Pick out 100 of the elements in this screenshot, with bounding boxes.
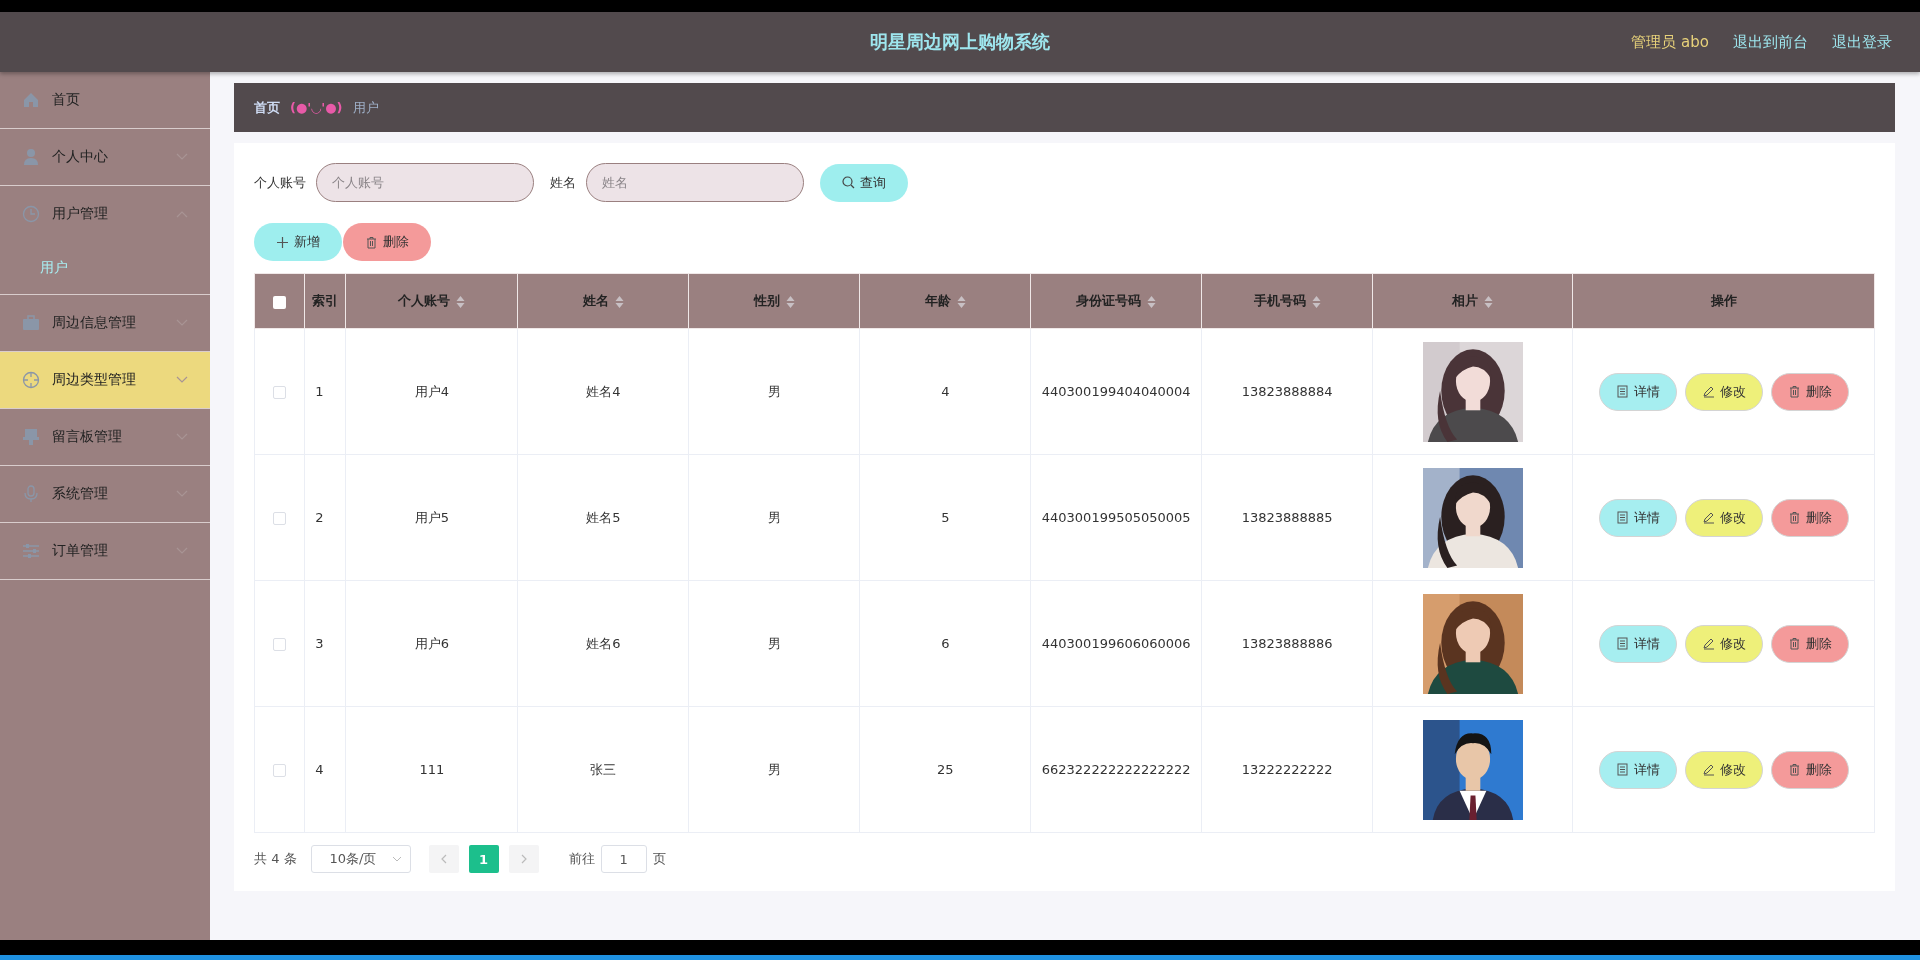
table-cell: 111: [346, 706, 518, 833]
table-cell: 姓名6: [517, 580, 689, 707]
pencil-icon: [1701, 385, 1715, 398]
app-title: 明星周边网上购物系统: [870, 31, 1050, 52]
detail-button[interactable]: 详情: [1598, 372, 1677, 411]
column-header: 相片: [1372, 273, 1573, 329]
next-page-button[interactable]: [508, 845, 539, 873]
table-cell: 4: [859, 328, 1031, 455]
microphone-icon: [22, 485, 40, 503]
column-header: 姓名: [517, 273, 689, 329]
header-link[interactable]: 退出到前台: [1733, 32, 1808, 52]
column-header: 性别: [688, 273, 860, 329]
table-cell: 男: [688, 328, 860, 455]
table-cell: 男: [688, 706, 860, 833]
search-field[interactable]: 个人账号: [316, 163, 534, 202]
delete-button[interactable]: 删除: [1770, 372, 1849, 411]
table-cell: 姓名5: [517, 454, 689, 581]
delete-button[interactable]: 删除: [1770, 498, 1849, 537]
menu-item[interactable]: 周边类型管理: [0, 352, 210, 409]
trash-icon: [1787, 637, 1801, 650]
table-cell: 男: [688, 580, 860, 707]
table-cell: 5: [859, 454, 1031, 581]
breadcrumb-home[interactable]: 首页: [254, 98, 280, 117]
edit-button[interactable]: 修改: [1684, 372, 1763, 411]
plus-icon: [276, 235, 289, 249]
table-cell: 1: [304, 328, 346, 455]
detail-button[interactable]: 详情: [1598, 750, 1677, 789]
detail-button[interactable]: 详情: [1598, 624, 1677, 663]
header-checkbox[interactable]: [273, 295, 287, 309]
search-button[interactable]: 查询: [820, 163, 908, 202]
column-header: 手机号码: [1201, 273, 1373, 329]
column-header: 个人账号: [346, 273, 518, 329]
add-button[interactable]: 新增: [254, 223, 342, 261]
table-cell: 440300199404040004: [1030, 328, 1202, 455]
header-link[interactable]: 退出登录: [1832, 32, 1892, 52]
detail-icon: [1615, 385, 1629, 398]
trash-icon: [1787, 385, 1801, 398]
table-cell: 张三: [517, 706, 689, 833]
edit-button[interactable]: 修改: [1684, 624, 1763, 663]
table-cell: 姓名4: [517, 328, 689, 455]
table-cell: 用户6: [346, 580, 518, 707]
chevron-right-icon: [520, 854, 527, 864]
stamp-icon: [22, 428, 40, 446]
delete-button[interactable]: 删除: [1770, 624, 1849, 663]
delete-button[interactable]: 删除: [343, 223, 431, 261]
detail-button[interactable]: 详情: [1598, 498, 1677, 537]
chevron-down-icon: [176, 376, 188, 384]
total-count: 共 4 条: [254, 850, 297, 868]
column-header: 身份证号码: [1030, 273, 1202, 329]
page-unit: 页: [652, 850, 666, 868]
sliders-icon: [22, 542, 40, 560]
field-label: 个人账号: [254, 173, 306, 192]
search-field[interactable]: 姓名: [586, 163, 804, 202]
prev-page-button[interactable]: [428, 845, 459, 873]
table-cell: 13222222222: [1201, 706, 1373, 833]
page-size-select[interactable]: 10条/页: [310, 845, 411, 873]
trash-icon: [1787, 763, 1801, 776]
row-checkbox[interactable]: [273, 764, 287, 777]
row-checkbox[interactable]: [273, 512, 287, 525]
table-cell: 662322222222222222: [1030, 706, 1202, 833]
table-cell: 6: [859, 580, 1031, 707]
detail-icon: [1615, 511, 1629, 524]
table-cell: 440300199606060006: [1030, 580, 1202, 707]
table-cell: 440300199505050005: [1030, 454, 1202, 581]
pencil-icon: [1701, 637, 1715, 650]
pencil-icon: [1701, 511, 1715, 524]
edit-button[interactable]: 修改: [1684, 498, 1763, 537]
column-header: 年龄: [859, 273, 1031, 329]
chevron-down-icon: [391, 856, 402, 862]
briefcase-icon: [22, 314, 40, 332]
row-checkbox[interactable]: [273, 386, 287, 399]
table-cell: 4: [304, 706, 346, 833]
row-checkbox[interactable]: [273, 638, 287, 651]
search-icon: [842, 176, 855, 189]
table-cell: 用户5: [346, 454, 518, 581]
breadcrumb-current: 用户: [352, 98, 379, 117]
table-cell: 13823888886: [1201, 580, 1373, 707]
crosshair-icon: [22, 371, 40, 389]
table-cell: 用户4: [346, 328, 518, 455]
chevron-left-icon: [440, 854, 447, 864]
edit-button[interactable]: 修改: [1684, 750, 1763, 789]
field-label: 姓名: [550, 173, 576, 192]
admin-user: 管理员 abo: [1631, 32, 1709, 52]
person-icon: [22, 148, 40, 166]
clock-icon: [22, 205, 40, 223]
table-cell: 13823888884: [1201, 328, 1373, 455]
menu-item[interactable]: 用户管理: [0, 186, 210, 242]
table-cell: 2: [304, 454, 346, 581]
page-input[interactable]: 1: [600, 845, 647, 873]
column-header: 操作: [1572, 273, 1875, 329]
table-cell: 男: [688, 454, 860, 581]
table-cell: 3: [304, 580, 346, 707]
delete-button[interactable]: 删除: [1770, 750, 1849, 789]
home-icon: [22, 91, 40, 109]
column-header: 索引: [304, 273, 346, 329]
trash-icon: [365, 235, 378, 249]
goto-label: 前往: [568, 850, 595, 868]
table-cell: 25: [859, 706, 1031, 833]
breadcrumb-separator: (●'◡'●): [290, 100, 343, 115]
detail-icon: [1615, 637, 1629, 650]
